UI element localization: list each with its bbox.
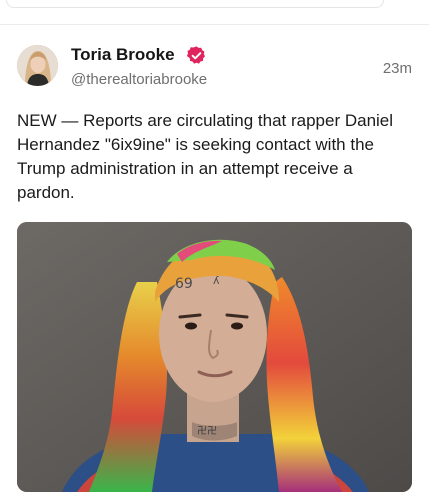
author-name[interactable]: Toria Brooke (71, 45, 175, 65)
svg-text:69: 69 (175, 276, 193, 292)
portrait-photo: 69 ʎ 卍卍 (17, 222, 412, 492)
previous-post-card (6, 0, 384, 8)
social-post[interactable]: Toria Brooke @therealtoriabrooke 23m NEW… (0, 25, 429, 500)
author-handle[interactable]: @therealtoriabrooke (71, 71, 207, 89)
post-timestamp: 23m (382, 60, 412, 77)
avatar[interactable] (17, 45, 58, 86)
post-media-photo[interactable]: 69 ʎ 卍卍 (17, 222, 412, 492)
post-text: NEW — Reports are circulating that rappe… (17, 111, 394, 202)
svg-text:卍卍: 卍卍 (197, 425, 217, 437)
verified-badge-icon (186, 45, 207, 66)
svg-text:ʎ: ʎ (213, 274, 220, 287)
avatar-image (17, 45, 58, 86)
